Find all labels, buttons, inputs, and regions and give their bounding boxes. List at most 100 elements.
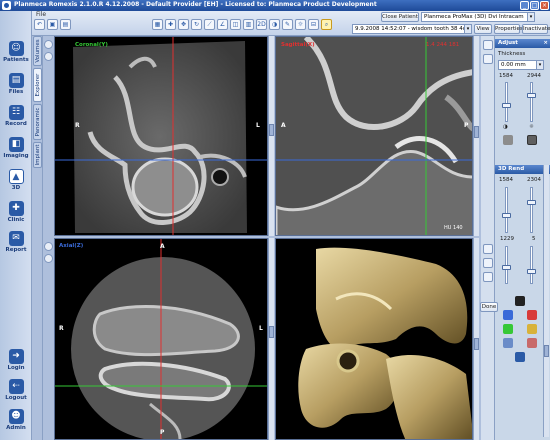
rotate-tool-icon[interactable]: ↻ [191, 19, 202, 30]
maximize-button[interactable]: □ [530, 1, 539, 10]
skull-front-icon[interactable] [483, 244, 493, 254]
slider-knob[interactable] [502, 213, 511, 218]
sidebar-item-files[interactable]: ▤ Files [2, 73, 30, 103]
done-button[interactable]: Done [480, 302, 498, 312]
sidebar-item-logout[interactable]: ⇠ Logout [2, 379, 30, 409]
window-title: Planmeca Romexis 2.1.0.R 4.12.2008 - Def… [14, 1, 377, 8]
zoom-tool-icon[interactable]: ⌕ [321, 19, 332, 30]
close-patient-button[interactable]: Close Patient [381, 12, 419, 22]
inactivate-button[interactable]: Inactivate [522, 24, 550, 34]
3d-smooth-slider[interactable] [527, 246, 536, 284]
device-select[interactable]: Planmeca ProMax (3D) Dvi Intracam ▾ [421, 12, 535, 22]
view-button[interactable]: View [474, 24, 492, 34]
study-select[interactable]: 9.9.2008 14:52:07 - wisdom tooth 38 4c..… [352, 24, 472, 34]
properties-button[interactable]: Properties [494, 24, 523, 34]
3d-level-slider[interactable] [502, 246, 511, 284]
layout-tool-icon[interactable]: ▦ [152, 19, 163, 30]
sidebar-item-record[interactable]: ☷ Record [2, 105, 30, 135]
3d-scrollbar[interactable] [473, 238, 479, 440]
3d-render-view[interactable] [275, 238, 473, 440]
invert-icon[interactable] [527, 135, 537, 145]
3d-value-b: 5 [532, 236, 536, 242]
sagittal-view[interactable]: Sagittal(X) 1.4 244 181 A P HU 140 [275, 36, 473, 236]
title-bar: Planmeca Romexis 2.1.0.R 4.12.2008 - Def… [0, 0, 550, 11]
scroll-thumb[interactable] [269, 124, 274, 136]
view-mode-icon[interactable] [44, 242, 53, 251]
scroll-thumb[interactable] [544, 345, 549, 357]
3d-presets-icon[interactable] [515, 296, 525, 306]
annotate-tool-icon[interactable]: ✎ [282, 19, 293, 30]
slider-knob[interactable] [502, 103, 511, 108]
sidebar-item-label: 3D [11, 185, 21, 191]
clip-icon[interactable] [527, 324, 537, 334]
slider-knob[interactable] [502, 265, 511, 270]
coronal-slice-image [55, 37, 267, 235]
coronal-scrollbar[interactable] [268, 36, 274, 236]
sidebar-item-patients[interactable]: ☺ Patients [2, 41, 30, 71]
2d-view-button[interactable]: 2D [256, 19, 267, 30]
tab-panoramic[interactable]: Panoramic [33, 104, 42, 140]
sagittal-scrollbar[interactable] [473, 36, 479, 236]
undo-tool-icon[interactable]: ↶ [34, 19, 45, 30]
axial-scrollbar[interactable] [268, 238, 274, 440]
plane-green-icon[interactable] [503, 324, 513, 334]
sidebar-item-imaging[interactable]: ◧ Imaging [2, 137, 30, 167]
file-menu[interactable]: File [36, 11, 46, 18]
layers-tool-icon[interactable]: ◫ [230, 19, 241, 30]
light-bulb-icon[interactable] [483, 54, 493, 64]
collapse-icon[interactable]: × [543, 39, 548, 48]
rotate-3d-icon[interactable] [515, 352, 525, 362]
skull-top-icon[interactable] [483, 272, 493, 282]
3d-threshold-slider[interactable] [502, 187, 511, 233]
multi-color-icon[interactable] [503, 338, 513, 348]
view-layout-icon[interactable] [483, 40, 493, 50]
slider-knob[interactable] [527, 269, 536, 274]
slider-knob[interactable] [527, 93, 536, 98]
sidebar-item-admin[interactable]: ☻ Admin [2, 409, 30, 439]
plane-red-icon[interactable] [527, 310, 537, 320]
3d-opacity-slider[interactable] [527, 187, 536, 233]
sidebar-item-login[interactable]: ➜ Login [2, 349, 30, 379]
tab-explorer[interactable]: Explorer [33, 68, 42, 102]
light-icon[interactable] [44, 52, 53, 61]
window-low-slider[interactable] [502, 82, 511, 122]
plane-blue-icon[interactable] [503, 310, 513, 320]
tab-label: Volumes [34, 39, 41, 63]
light-icon[interactable] [44, 254, 53, 263]
minimize-button[interactable]: _ [520, 1, 529, 10]
print-tool-icon[interactable]: ▤ [60, 19, 71, 30]
contrast-tool-icon[interactable]: ◑ [269, 19, 280, 30]
scroll-thumb[interactable] [269, 326, 274, 338]
sidebar-item-report[interactable]: ✉ Report [2, 231, 30, 261]
scroll-thumb[interactable] [474, 338, 479, 350]
tab-label: Explorer [34, 73, 41, 97]
coronal-view[interactable]: Coronal(Y) R L [54, 36, 268, 236]
lighting-icon[interactable] [527, 338, 537, 348]
sidebar-item-3d[interactable]: ▲ 3D [2, 169, 30, 199]
sidebar-item-clinic[interactable]: ✚ Clinic [2, 201, 30, 231]
grayscale-icon[interactable] [503, 135, 513, 145]
brightness-tool-icon[interactable]: ☼ [295, 19, 306, 30]
axial-view[interactable]: Axial(Z) A P R L [54, 238, 268, 440]
tab-implant[interactable]: Implant [33, 142, 42, 168]
window-high-slider[interactable] [527, 82, 536, 122]
scroll-thumb[interactable] [474, 126, 479, 138]
view-mode-icon[interactable] [44, 40, 53, 49]
measure-tool-icon[interactable]: ⟋ [204, 19, 215, 30]
angle-tool-icon[interactable]: ∠ [217, 19, 228, 30]
skull-side-icon[interactable] [483, 258, 493, 268]
ruler-tool-icon[interactable]: ⊟ [308, 19, 319, 30]
slider-knob[interactable] [527, 200, 536, 205]
save-tool-icon[interactable]: ▣ [47, 19, 58, 30]
right-panel-scrollbar[interactable] [543, 165, 549, 437]
imaging-icon: ◧ [8, 137, 24, 152]
pan-tool-icon[interactable]: ✥ [178, 19, 189, 30]
tab-volumes[interactable]: Volumes [33, 36, 42, 66]
thickness-select[interactable]: 0.00 mm ▾ [498, 60, 544, 70]
sidebar-item-label: Record [5, 121, 27, 127]
crosshair-tool-icon[interactable]: ✚ [165, 19, 176, 30]
orientation-right-label: L [259, 325, 263, 332]
close-button[interactable]: × [540, 1, 549, 10]
report-icon: ✉ [8, 231, 24, 246]
histogram-tool-icon[interactable]: ▥ [243, 19, 254, 30]
